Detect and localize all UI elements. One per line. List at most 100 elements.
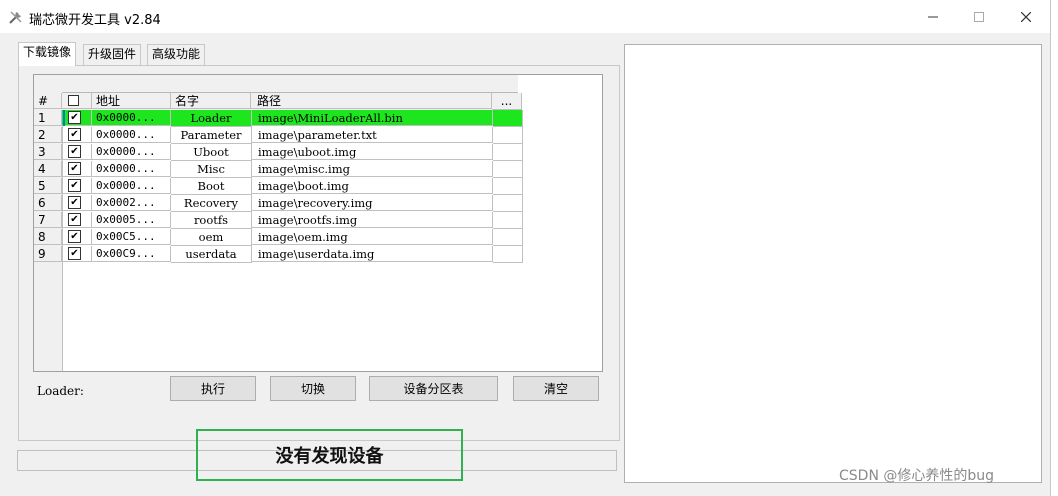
row-address[interactable]: 0x0000... <box>92 178 171 194</box>
tab-advanced[interactable]: 高级功能 <box>147 44 206 65</box>
row-checkbox[interactable]: ✔ <box>68 247 81 260</box>
row-num: 5 <box>34 178 62 194</box>
close-icon <box>1021 11 1031 22</box>
close-button[interactable] <box>1003 0 1049 33</box>
row-path[interactable]: image\userdata.img <box>252 246 493 262</box>
row-more[interactable] <box>493 110 523 127</box>
row-path[interactable]: image\parameter.txt <box>252 127 493 143</box>
row-more[interactable] <box>493 195 523 212</box>
watermark: CSDN @修心养性的bug <box>839 468 995 484</box>
table-row[interactable]: 3 ✔ 0x0000... Uboot image\uboot.img <box>34 144 523 161</box>
row-more[interactable] <box>493 246 523 263</box>
maximize-button[interactable] <box>956 0 1002 33</box>
table-row[interactable]: 6 ✔ 0x0002... Recovery image\recovery.im… <box>34 195 523 212</box>
grid-top-band <box>34 75 518 93</box>
minimize-icon <box>928 16 938 17</box>
row-check-cell[interactable]: ✔ <box>62 246 92 262</box>
row-check-cell[interactable]: ✔ <box>62 212 92 228</box>
tab-upgrade-firmware[interactable]: 升级固件 <box>83 44 142 65</box>
header-path[interactable]: 路径 <box>251 93 492 109</box>
header-name[interactable]: 名字 <box>171 93 251 109</box>
row-address[interactable]: 0x0002... <box>92 195 171 211</box>
minimize-button[interactable] <box>910 0 956 33</box>
header-more[interactable]: ... <box>492 93 522 110</box>
row-path[interactable]: image\misc.img <box>252 161 493 177</box>
image-list-grid[interactable]: # 地址 名字 路径 ... 1 ✔ 0x0000... Loader imag… <box>33 74 603 372</box>
row-path[interactable]: image\rootfs.img <box>252 212 493 228</box>
row-num: 9 <box>34 246 62 262</box>
row-name[interactable]: Uboot <box>171 144 252 161</box>
row-name[interactable]: oem <box>171 229 252 246</box>
row-name[interactable]: Misc <box>171 161 252 178</box>
row-checkbox[interactable]: ✔ <box>68 162 81 175</box>
row-more[interactable] <box>493 161 523 178</box>
row-path[interactable]: image\uboot.img <box>252 144 493 160</box>
row-checkbox[interactable]: ✔ <box>68 230 81 243</box>
row-address[interactable]: 0x0000... <box>92 144 171 160</box>
row-check-cell[interactable]: ✔ <box>62 178 92 194</box>
row-name[interactable]: Parameter <box>171 127 252 144</box>
row-focus-marker <box>63 110 65 126</box>
row-name[interactable]: rootfs <box>171 212 252 229</box>
table-row[interactable]: 5 ✔ 0x0000... Boot image\boot.img <box>34 178 523 195</box>
partition-table-button[interactable]: 设备分区表 <box>369 376 498 401</box>
select-all-checkbox[interactable] <box>68 95 79 106</box>
row-checkbox[interactable]: ✔ <box>68 111 81 124</box>
table-row[interactable]: 7 ✔ 0x0005... rootfs image\rootfs.img <box>34 212 523 229</box>
row-checkbox[interactable]: ✔ <box>68 179 81 192</box>
row-address[interactable]: 0x0000... <box>92 110 171 126</box>
row-address[interactable]: 0x0000... <box>92 127 171 143</box>
title-bar[interactable]: 瑞芯微开发工具 v2.84 <box>0 0 1050 33</box>
row-check-cell[interactable]: ✔ <box>62 110 92 126</box>
row-more[interactable] <box>493 127 523 144</box>
row-check-cell[interactable]: ✔ <box>62 161 92 177</box>
log-output-panel[interactable] <box>624 44 1042 483</box>
maximize-icon <box>974 11 984 22</box>
row-path[interactable]: image\boot.img <box>252 178 493 194</box>
row-num: 3 <box>34 144 62 160</box>
header-num: # <box>34 93 62 109</box>
row-more[interactable] <box>493 229 523 246</box>
row-address[interactable]: 0x00C5... <box>92 229 171 245</box>
row-num: 4 <box>34 161 62 177</box>
switch-button[interactable]: 切换 <box>270 376 356 401</box>
app-window: 瑞芯微开发工具 v2.84 下载镜像 升级固件 高级功能 # 地址 名字 路径 … <box>0 0 1051 496</box>
row-name[interactable]: Boot <box>171 178 252 195</box>
table-row[interactable]: 2 ✔ 0x0000... Parameter image\parameter.… <box>34 127 523 144</box>
row-checkbox[interactable]: ✔ <box>68 196 81 209</box>
device-status-message: 没有发现设备 <box>196 429 463 481</box>
row-path[interactable]: image\oem.img <box>252 229 493 245</box>
row-check-cell[interactable]: ✔ <box>62 144 92 160</box>
row-address[interactable]: 0x0000... <box>92 161 171 177</box>
header-address[interactable]: 地址 <box>92 93 171 109</box>
row-check-cell[interactable]: ✔ <box>62 195 92 211</box>
row-name[interactable]: Loader <box>171 110 252 127</box>
row-more[interactable] <box>493 144 523 161</box>
table-row[interactable]: 1 ✔ 0x0000... Loader image\MiniLoaderAll… <box>34 110 523 127</box>
background-strip <box>1051 0 1058 496</box>
row-num: 1 <box>34 110 62 126</box>
row-path[interactable]: image\recovery.img <box>252 195 493 211</box>
row-check-cell[interactable]: ✔ <box>62 229 92 245</box>
row-address[interactable]: 0x0005... <box>92 212 171 228</box>
row-name[interactable]: Recovery <box>171 195 252 212</box>
row-checkbox[interactable]: ✔ <box>68 128 81 141</box>
row-address[interactable]: 0x00C9... <box>92 246 171 262</box>
row-name[interactable]: userdata <box>171 246 252 263</box>
window-title: 瑞芯微开发工具 v2.84 <box>29 13 161 28</box>
row-path[interactable]: image\MiniLoaderAll.bin <box>252 110 493 126</box>
row-more[interactable] <box>493 178 523 195</box>
row-checkbox[interactable]: ✔ <box>68 145 81 158</box>
header-check[interactable] <box>62 93 92 109</box>
tab-download-image[interactable]: 下载镜像 <box>18 42 77 66</box>
execute-button[interactable]: 执行 <box>170 376 256 401</box>
row-check-cell[interactable]: ✔ <box>62 127 92 143</box>
row-num: 8 <box>34 229 62 245</box>
table-row[interactable]: 8 ✔ 0x00C5... oem image\oem.img <box>34 229 523 246</box>
row-checkbox[interactable]: ✔ <box>68 213 81 226</box>
row-more[interactable] <box>493 212 523 229</box>
loader-label: Loader: <box>37 384 84 398</box>
table-row[interactable]: 4 ✔ 0x0000... Misc image\misc.img <box>34 161 523 178</box>
clear-button[interactable]: 清空 <box>513 376 599 401</box>
table-row[interactable]: 9 ✔ 0x00C9... userdata image\userdata.im… <box>34 246 523 263</box>
